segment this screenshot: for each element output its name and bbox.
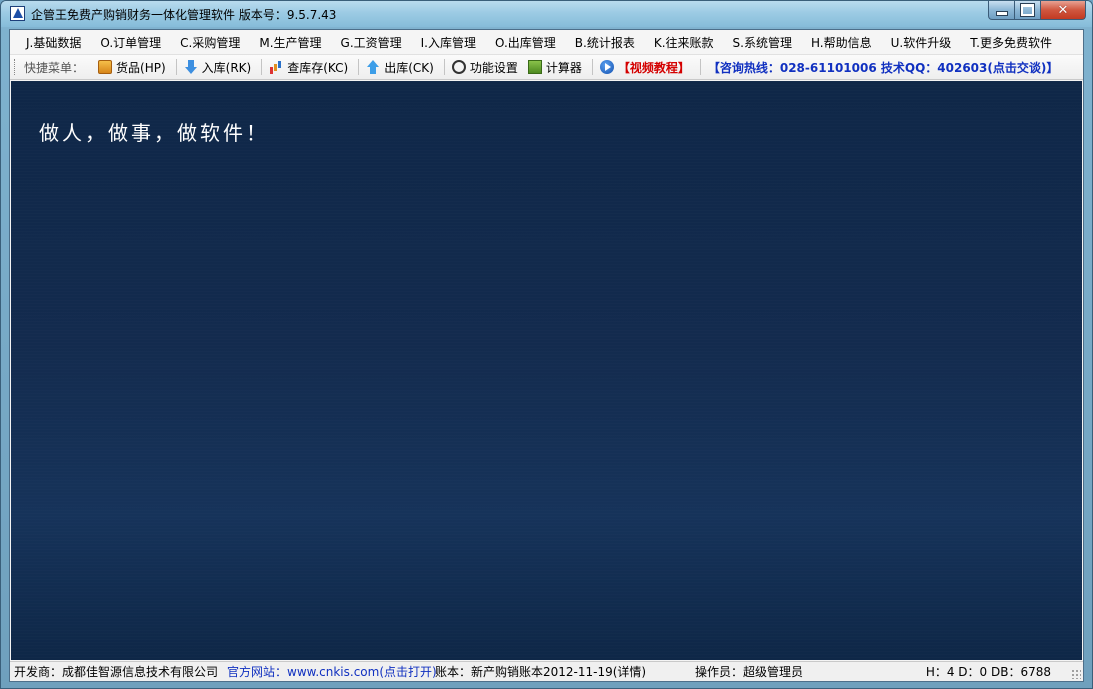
video-tutorial-button[interactable]: 【视频教程】	[598, 59, 692, 76]
goods-button-label: 货品(HP)	[116, 60, 166, 75]
menu-accounts[interactable]: K.往来账款	[646, 34, 722, 51]
menu-purchase-management[interactable]: C.采购管理	[172, 34, 248, 51]
maximize-icon	[1020, 3, 1035, 17]
close-button[interactable]: ✕	[1041, 1, 1086, 20]
stock-button-label: 查库存(KC)	[287, 60, 349, 75]
menu-upgrade[interactable]: U.软件升级	[883, 34, 960, 51]
stock-button[interactable]: 查库存(KC)	[267, 59, 350, 76]
menu-more-software[interactable]: T.更多免费软件	[962, 34, 1060, 51]
menu-basic-data[interactable]: J.基础数据	[18, 34, 89, 51]
calculator-button-label: 计算器	[545, 60, 582, 75]
menu-production-management[interactable]: M.生产管理	[251, 34, 329, 51]
window-controls: ✕	[988, 1, 1086, 21]
toolbar-separator	[261, 59, 263, 75]
toolbar-separator	[591, 59, 593, 75]
goods-button[interactable]: 货品(HP)	[96, 59, 168, 76]
toolbar-separator	[175, 59, 177, 75]
maximize-button[interactable]	[1015, 1, 1041, 20]
db-status: H：4 D：0 DB：6788	[925, 665, 1051, 679]
bar-chart-icon	[269, 60, 283, 74]
status-bar: 开发商：成都佳智源信息技术有限公司 官方网站：www.cnkis.com(点击打…	[10, 661, 1083, 681]
outbound-button[interactable]: 出库(CK)	[364, 59, 436, 76]
toolbar-grip[interactable]	[14, 59, 18, 75]
developer-info: 开发商：成都佳智源信息技术有限公司	[14, 665, 219, 679]
goods-box-icon	[98, 60, 113, 74]
menu-outbound-management[interactable]: O.出库管理	[487, 34, 564, 51]
menu-help[interactable]: H.帮助信息	[803, 34, 880, 51]
menu-salary-management[interactable]: G.工资管理	[333, 34, 410, 51]
minimize-icon	[995, 10, 1008, 16]
toolbar-separator	[699, 59, 701, 75]
calculator-button[interactable]: 计算器	[526, 59, 584, 76]
settings-button[interactable]: 功能设置	[450, 59, 520, 76]
video-tutorial-label: 【视频教程】	[617, 60, 690, 75]
menu-inbound-management[interactable]: I.入库管理	[413, 34, 484, 51]
arrow-up-icon	[366, 60, 380, 74]
gear-icon	[451, 60, 466, 74]
inbound-button-label: 入库(RK)	[201, 60, 252, 75]
title-bar[interactable]: 企管王免费产购销财务一体化管理软件 版本号：9.5.7.43 ✕	[1, 1, 1092, 27]
toolbar-separator	[443, 59, 445, 75]
main-canvas: 做人，做事，做软件！	[11, 81, 1082, 660]
account-book-info[interactable]: 账本：新产购销账本2012-11-19(详情)	[431, 663, 691, 680]
quick-toolbar: 快捷菜单： 货品(HP) 入库(RK) 查库存(KC) 出库(CK) 功能设置 …	[10, 55, 1083, 80]
minimize-button[interactable]	[988, 1, 1015, 20]
close-icon: ✕	[1057, 2, 1069, 18]
menu-statistics-reports[interactable]: B.统计报表	[567, 34, 643, 51]
slogan-text: 做人，做事，做软件！	[39, 121, 269, 145]
arrow-down-icon	[184, 60, 198, 74]
toolbar-label: 快捷菜单：	[24, 60, 85, 75]
settings-button-label: 功能设置	[469, 60, 518, 75]
toolbar-separator	[358, 59, 360, 75]
client-area: J.基础数据 O.订单管理 C.采购管理 M.生产管理 G.工资管理 I.入库管…	[9, 29, 1084, 682]
outbound-button-label: 出库(CK)	[384, 60, 434, 75]
menu-system-management[interactable]: S.系统管理	[725, 34, 800, 51]
resize-grip[interactable]	[1071, 669, 1081, 679]
hotline-link[interactable]: 【咨询热线：028-61101006 技术QQ：402603(点击交谈)】	[706, 59, 1060, 76]
menu-order-management[interactable]: O.订单管理	[92, 34, 169, 51]
website-link[interactable]: 官方网站：www.cnkis.com(点击打开)	[223, 663, 437, 680]
inbound-button[interactable]: 入库(RK)	[182, 59, 254, 76]
operator-info: 操作员：超级管理员	[695, 665, 804, 679]
window-title: 企管王免费产购销财务一体化管理软件 版本号：9.5.7.43	[31, 8, 337, 22]
app-icon[interactable]	[10, 6, 25, 21]
menu-bar: J.基础数据 O.订单管理 C.采购管理 M.生产管理 G.工资管理 I.入库管…	[10, 30, 1083, 55]
main-window: 企管王免费产购销财务一体化管理软件 版本号：9.5.7.43 ✕ J.基础数据 …	[0, 0, 1093, 689]
play-icon	[599, 60, 614, 74]
calculator-icon	[527, 60, 542, 74]
